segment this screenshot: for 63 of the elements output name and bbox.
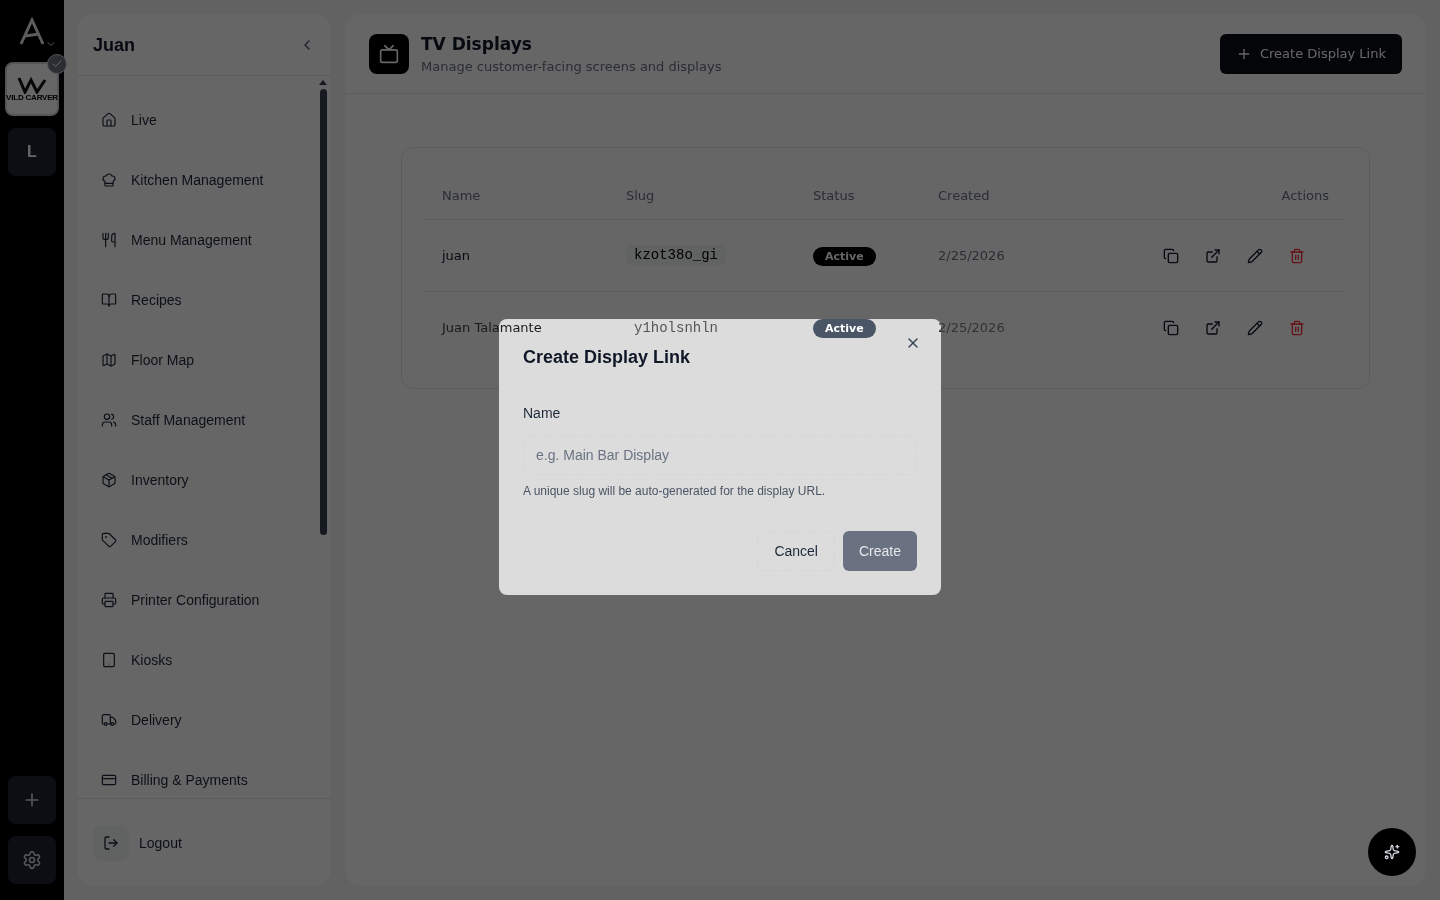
truck-icon [101,712,117,728]
page-title: TV Displays [421,32,533,56]
settings-icon [22,850,42,870]
column-header: Created [938,186,991,205]
map-icon [101,352,117,368]
sidebar-item[interactable]: Printer Configuration [131,590,260,610]
edit-icon[interactable] [1247,320,1263,336]
users-icon [101,412,117,428]
delete-icon[interactable] [1289,320,1305,336]
settings-button[interactable] [8,836,56,884]
printer-icon [101,592,117,608]
table-cell-text: juan [442,246,472,265]
copy-icon[interactable] [1163,320,1179,336]
copy-icon[interactable] [1163,247,1179,264]
sidebar-item[interactable]: Recipes [131,290,182,310]
box-icon [101,472,117,488]
sidebar-item[interactable]: Modifiers [131,530,188,550]
create-display-link-button[interactable]: Create Display Link [1220,33,1402,74]
slug-code: y1holsnhln [633,318,719,338]
page-subtitle: Manage customer-facing screens and displays [421,57,723,76]
utensils-icon [101,232,117,248]
sidebar-item[interactable]: Kiosks [131,650,173,670]
sidebar-item[interactable]: Menu Management [131,230,252,250]
name-input[interactable]: e.g. Main Bar Display [523,435,917,475]
tag-icon [101,532,117,548]
org-tile[interactable]: VILD CARVER [5,62,59,116]
field-label: Name [523,404,562,423]
dialog-title: Create Display Link [523,346,691,369]
tablet-icon [101,652,117,668]
org-logo-icon [17,76,47,94]
column-header: Actions [1281,186,1329,205]
logout-link[interactable]: Logout [139,832,182,853]
sidebar-title: Juan [93,33,135,57]
sidebar-item[interactable]: Delivery [131,710,182,730]
field-hint: A unique slug will be auto-generated for the display URL. [523,483,827,499]
tv-icon [369,33,409,74]
column-header: Name [442,186,482,205]
slug-code: kzot38o_gi [626,245,726,265]
sidebar-item[interactable]: Inventory [131,470,189,490]
table-cell-text: 2/25/2026 [938,246,1006,265]
column-header: Slug [626,186,656,205]
scroll-up-icon[interactable] [319,80,327,85]
book-icon [101,292,117,308]
external-link-icon[interactable] [1205,247,1221,264]
sidebar-item[interactable]: Kitchen Management [131,170,264,190]
sparkles-icon [1384,844,1400,860]
sidebar-item[interactable]: Live [131,110,157,130]
org-tile[interactable]: L [8,128,56,176]
column-header: Status [813,186,856,205]
delete-icon[interactable] [1289,247,1305,264]
home-icon [101,112,117,128]
status-badge: Active [813,246,876,266]
status-badge: Active [813,319,876,339]
edit-icon[interactable] [1247,247,1263,264]
sidebar-item[interactable]: Floor Map [131,350,195,370]
chef-hat-icon [101,172,117,188]
org-logo-text: VILD CARVER [6,94,58,102]
card-icon [101,772,117,788]
external-link-icon[interactable] [1205,320,1221,336]
sidebar-item[interactable]: Staff Management [131,410,246,430]
sidebar-item[interactable]: Billing & Payments [131,770,248,790]
cancel-button[interactable]: Cancel [757,531,835,571]
logout-icon [103,834,119,851]
